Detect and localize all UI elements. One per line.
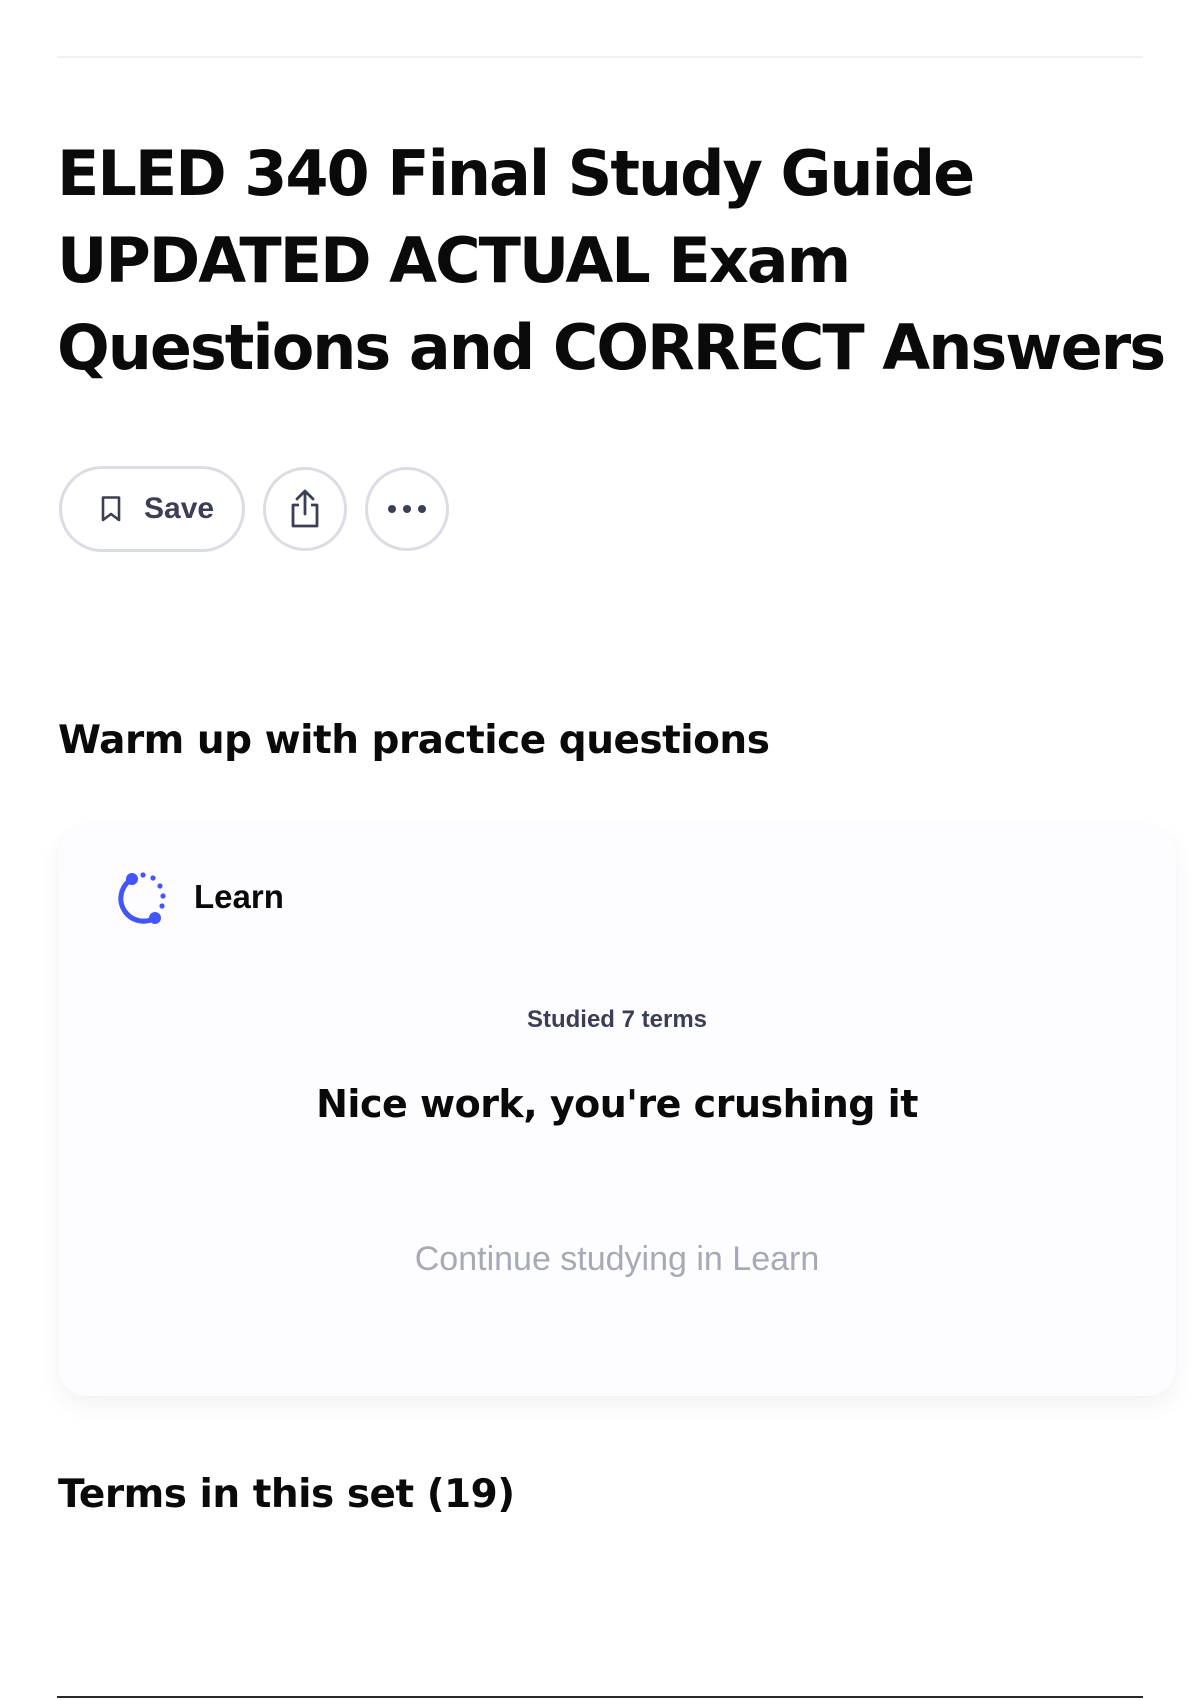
more-options-icon [386, 504, 428, 514]
bookmark-icon [100, 495, 122, 523]
studied-count-text: Studied 7 terms [526, 1006, 708, 1033]
share-button[interactable] [263, 467, 347, 551]
page-title: ELED 340 Final Study Guide UPDATED ACTUA… [57, 130, 1166, 391]
save-button-label: Save [144, 492, 215, 525]
terms-heading: Terms in this set (19) [58, 1472, 515, 1517]
more-options-button[interactable] [365, 467, 449, 551]
warmup-heading: Warm up with practice questions [58, 718, 770, 763]
page-title-line-1: ELED 340 Final Study Guide [57, 137, 975, 210]
page-title-line-3: Questions and CORRECT Answers [57, 311, 1166, 384]
set-actions: Save [59, 466, 449, 552]
top-divider [57, 56, 1143, 58]
study-set-page: ELED 340 Final Study Guide UPDATED ACTUA… [0, 0, 1200, 1700]
learn-card[interactable]: Learn Studied 7 terms Nice work, you're … [58, 826, 1176, 1396]
page-title-line-2: UPDATED ACTUAL Exam [57, 224, 851, 297]
continue-studying-link[interactable]: Continue studying in Learn [58, 1240, 1176, 1279]
encouragement-message: Nice work, you're crushing it [316, 1082, 918, 1126]
learn-mode-label: Learn [194, 878, 284, 915]
learn-card-header: Learn [114, 866, 284, 928]
share-icon [287, 488, 323, 530]
bottom-divider [57, 1696, 1143, 1698]
learn-icon [114, 866, 176, 928]
save-button[interactable]: Save [59, 466, 245, 552]
